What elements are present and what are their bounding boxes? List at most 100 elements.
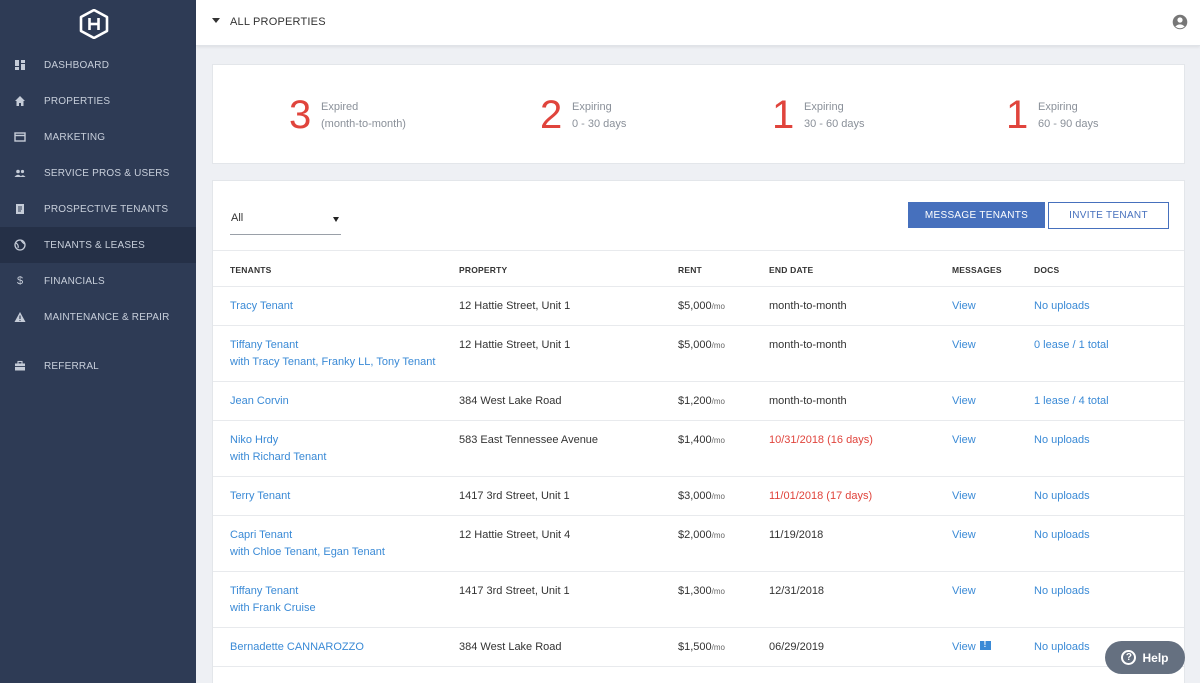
rent-unit: /mo [711,587,725,596]
stat-sublabel: 60 - 90 days [1038,118,1099,130]
docs-link[interactable]: No uploads [1034,585,1090,597]
rent-value: $1,400 [678,434,712,446]
invite-tenant-button[interactable]: INVITE TENANT [1048,202,1169,229]
stat-count: 1 [1006,93,1029,137]
users-icon [14,169,26,177]
app-logo[interactable] [78,9,110,39]
column-header-docs: DOCS [1034,265,1060,275]
sidebar-item-referral[interactable]: REFERRAL [0,348,196,384]
co-tenants-link[interactable]: with Chloe Tenant, Egan Tenant [230,546,385,558]
docs-link[interactable]: 0 lease / 1 total [1034,339,1109,351]
table-row: Niko Hrdy with Richard Tenant 583 East T… [213,421,1184,477]
view-messages-link[interactable]: View [952,585,976,597]
stat-count: 1 [772,93,795,137]
view-messages-link[interactable]: View [952,395,976,407]
end-date: 06/29/2019 [769,641,825,653]
view-messages-link[interactable]: View [952,339,976,351]
rent-amount: $5,000/mo [678,339,725,351]
tenant-name-link[interactable]: Bernadette CANNAROZZO [230,641,364,653]
help-label: Help [1142,650,1169,665]
property-address: 12 Hattie Street, Unit 1 [459,300,571,312]
top-bar: ALL PROPERTIES [196,0,1200,46]
property-address: 583 East Tennessee Avenue [459,434,599,446]
tenant-filter-select[interactable]: All [230,205,341,235]
tenant-name-link[interactable]: Tiffany Tenant [230,585,298,597]
caret-down-icon [333,217,339,222]
docs-link[interactable]: No uploads [1034,529,1090,541]
tenant-name-link[interactable]: Capri Tenant [230,529,292,541]
table-row: Bernadette CANNAROZZO 384 West Lake Road… [213,628,1184,667]
end-date: month-to-month [769,300,847,312]
rent-value: $1,200 [678,395,712,407]
rent-value: $5,000 [678,339,712,351]
tenant-name-link[interactable]: Tiffany Tenant [230,339,298,351]
sidebar-item-label: MARKETING [44,131,106,143]
table-row: Terry Tenant 1417 3rd Street, Unit 1 $3,… [213,477,1184,516]
end-date: 12/31/2018 [769,585,825,597]
stat-sublabel: 30 - 60 days [804,118,865,130]
rent-unit: /mo [711,341,725,350]
sidebar-item-label: PROSPECTIVE TENANTS [44,203,169,215]
dollar-icon: $ [16,275,24,287]
stat-label: Expired [321,101,359,113]
question-icon: ? [1121,650,1137,665]
dashboard-icon [15,60,25,70]
sidebar-item-label: MAINTENANCE & REPAIR [44,311,170,323]
rent-unit: /mo [711,531,725,540]
rent-value: $1,300 [678,585,712,597]
end-date: month-to-month [769,395,847,407]
docs-link[interactable]: No uploads [1034,300,1090,312]
property-address: 1417 3rd Street, Unit 1 [459,490,570,502]
help-button[interactable]: ? Help [1105,641,1185,674]
sidebar-item-tenants-leases[interactable]: TENANTS & LEASES [0,227,196,263]
tenants-card: All MESSAGE TENANTS INVITE TENANT TENANT… [212,180,1185,683]
sidebar-item-maintenance-repair[interactable]: MAINTENANCE & REPAIR [0,299,196,335]
sidebar-item-properties[interactable]: PROPERTIES [0,83,196,119]
column-header-tenants: TENANTS [230,265,272,275]
rent-value: $5,000 [678,300,712,312]
tenant-name-link[interactable]: Jean Corvin [230,395,289,407]
co-tenants-link[interactable]: with Tracy Tenant, Franky LL, Tony Tenan… [230,356,435,368]
rent-value: $3,000 [678,490,712,502]
table-header: TENANTS PROPERTY RENT END DATE MESSAGES … [213,250,1184,287]
docs-link[interactable]: No uploads [1034,490,1090,502]
column-header-property: PROPERTY [459,265,508,275]
docs-link[interactable]: No uploads [1034,641,1090,653]
sidebar-item-financials[interactable]: $ FINANCIALS [0,263,196,299]
stat-sublabel: 0 - 30 days [572,118,627,130]
column-header-rent: RENT [678,265,702,275]
user-account-icon[interactable] [1172,14,1188,30]
table-row: Tiffany Tenant with Frank Cruise 1417 3r… [213,572,1184,628]
property-address: 384 West Lake Road [459,395,562,407]
tenant-name-link[interactable]: Niko Hrdy [230,434,278,446]
rent-amount: $1,400/mo [678,434,725,446]
tenant-name-link[interactable]: Terry Tenant [230,490,290,502]
rent-unit: /mo [711,302,725,311]
sidebar-item-marketing[interactable]: MARKETING [0,119,196,155]
co-tenants-link[interactable]: with Frank Cruise [230,602,316,614]
rent-unit: /mo [711,643,725,652]
view-messages-link[interactable]: View [952,640,991,653]
co-tenants-link[interactable]: with Richard Tenant [230,451,326,463]
tenant-name-link[interactable]: Tracy Tenant [230,300,293,312]
view-messages-link[interactable]: View [952,434,976,446]
table-row: Tracy Tenant 12 Hattie Street, Unit 1 $5… [213,287,1184,326]
sidebar-item-service-pros-users[interactable]: SERVICE PROS & USERS [0,155,196,191]
message-tenants-button[interactable]: MESSAGE TENANTS [908,202,1045,228]
clipboard-icon [16,204,24,214]
view-messages-link[interactable]: View [952,529,976,541]
column-header-end-date: END DATE [769,265,814,275]
view-messages-link[interactable]: View [952,490,976,502]
property-selector[interactable]: ALL PROPERTIES [230,16,326,28]
sidebar-item-prospective-tenants[interactable]: PROSPECTIVE TENANTS [0,191,196,227]
view-messages-link[interactable]: View [952,300,976,312]
rent-amount: $3,000/mo [678,490,725,502]
docs-link[interactable]: No uploads [1034,434,1090,446]
docs-link[interactable]: 1 lease / 4 total [1034,395,1109,407]
sidebar: DASHBOARD PROPERTIES MARKETING SERVICE P… [0,0,196,683]
sidebar-item-dashboard[interactable]: DASHBOARD [0,47,196,83]
lease-summary-card: 3 Expired (month-to-month) 2 Expiring 0 … [212,64,1185,164]
rent-amount: $1,200/mo [678,395,725,407]
caret-down-icon[interactable] [212,18,220,23]
globe-icon [14,239,26,251]
